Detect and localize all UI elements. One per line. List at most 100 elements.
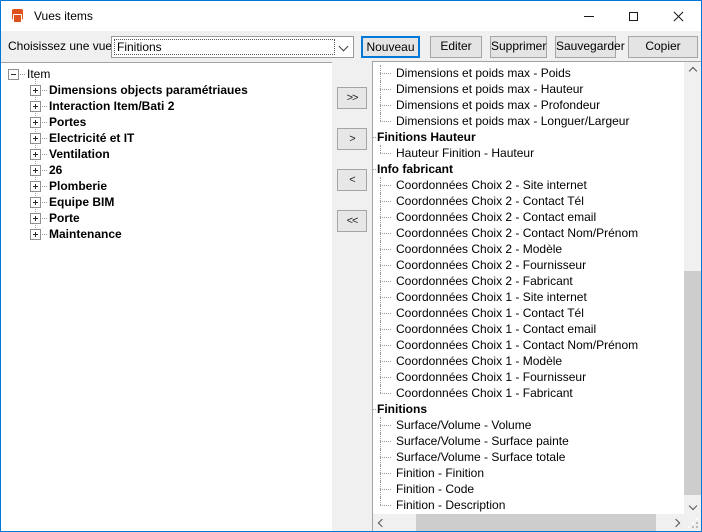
field-item[interactable]: Coordonnées Choix 1 - Contact Tél <box>373 305 684 321</box>
field-item[interactable]: Coordonnées Choix 1 - Modèle <box>373 353 684 369</box>
move-all-left-button[interactable]: << <box>337 210 367 232</box>
vertical-scrollbar[interactable] <box>684 62 701 514</box>
field-item[interactable]: Coordonnées Choix 1 - Fournisseur <box>373 369 684 385</box>
field-item-label: Coordonnées Choix 2 - Fournisseur <box>396 258 586 272</box>
supprimer-button[interactable]: Supprimer <box>490 36 547 58</box>
field-item[interactable]: Finitions Hauteur <box>373 129 684 145</box>
editer-button[interactable]: Editer <box>430 36 482 58</box>
move-right-button[interactable]: > <box>337 128 367 150</box>
field-item[interactable]: Coordonnées Choix 2 - Contact email <box>373 209 684 225</box>
field-item[interactable]: Coordonnées Choix 2 - Contact Tél <box>373 193 684 209</box>
tree-item-label[interactable]: Dimensions objects paramétriaues <box>49 83 248 97</box>
field-item[interactable]: Dimensions et poids max - Longuer/Largeu… <box>373 113 684 129</box>
field-item[interactable]: Surface/Volume - Surface painte <box>373 433 684 449</box>
minimize-button[interactable] <box>566 1 611 31</box>
field-item-label: Finition - Finition <box>396 466 484 480</box>
tree-item-label[interactable]: Item <box>27 67 50 81</box>
field-item-label: Coordonnées Choix 1 - Modèle <box>396 354 562 368</box>
tree-item[interactable]: 26 <box>1 162 332 178</box>
tree-item[interactable]: Dimensions objects paramétriaues <box>1 82 332 98</box>
field-item[interactable]: Finition - Description <box>373 497 684 513</box>
selected-fields-list[interactable]: Dimensions et poids max - Poids Dimensio… <box>373 62 684 514</box>
field-item[interactable]: Coordonnées Choix 1 - Site internet <box>373 289 684 305</box>
tree-item-label[interactable]: Ventilation <box>49 147 110 161</box>
scroll-left-button[interactable] <box>373 514 390 531</box>
expand-plus-icon[interactable] <box>30 101 41 112</box>
resize-grip-icon[interactable] <box>696 526 698 528</box>
items-tree: Item Dimensions objects paramétriaues In… <box>1 63 332 242</box>
expand-plus-icon[interactable] <box>30 133 41 144</box>
move-all-right-button[interactable]: >> <box>337 87 367 109</box>
vertical-scroll-thumb[interactable] <box>684 271 701 495</box>
items-tree-panel[interactable]: Item Dimensions objects paramétriaues In… <box>1 62 332 531</box>
horizontal-scrollbar[interactable] <box>373 514 684 531</box>
field-item-label: Finitions Hauteur <box>377 130 476 144</box>
expand-plus-icon[interactable] <box>30 181 41 192</box>
tree-item-label[interactable]: Interaction Item/Bati 2 <box>49 99 174 113</box>
sauvegarder-button[interactable]: Sauvegarder <box>555 36 616 58</box>
expand-plus-icon[interactable] <box>30 85 41 96</box>
field-item[interactable]: Coordonnées Choix 2 - Modèle <box>373 241 684 257</box>
expand-plus-icon[interactable] <box>30 117 41 128</box>
view-select-combobox[interactable]: Finitions <box>111 36 354 58</box>
close-button[interactable] <box>656 1 701 31</box>
tree-root-item[interactable]: Item <box>1 66 332 82</box>
field-item[interactable]: Surface/Volume - Volume <box>373 417 684 433</box>
expand-plus-icon[interactable] <box>30 197 41 208</box>
maximize-button[interactable] <box>611 1 656 31</box>
field-item[interactable]: Info fabricant <box>373 161 684 177</box>
expand-plus-icon[interactable] <box>30 229 41 240</box>
field-item[interactable]: Coordonnées Choix 1 - Fabricant <box>373 385 684 401</box>
tree-connector <box>42 202 47 203</box>
collapse-minus-icon[interactable] <box>8 69 19 80</box>
expand-plus-icon[interactable] <box>30 165 41 176</box>
toolbar: Choisissez une vue: Finitions Nouveau Ed… <box>1 31 701 62</box>
tree-item[interactable]: Portes <box>1 114 332 130</box>
tree-item-label[interactable]: Electricité et IT <box>49 131 134 145</box>
field-item[interactable]: Coordonnées Choix 2 - Site internet <box>373 177 684 193</box>
tree-item-label[interactable]: Portes <box>49 115 86 129</box>
tree-connector <box>373 385 396 401</box>
field-item[interactable]: Dimensions et poids max - Hauteur <box>373 81 684 97</box>
field-item[interactable]: Coordonnées Choix 2 - Fournisseur <box>373 257 684 273</box>
tree-item-label[interactable]: Maintenance <box>49 227 122 241</box>
tree-item[interactable]: Electricité et IT <box>1 130 332 146</box>
field-item[interactable]: Dimensions et poids max - Profondeur <box>373 97 684 113</box>
tree-item[interactable]: Ventilation <box>1 146 332 162</box>
field-item[interactable]: Surface/Volume - Surface totale <box>373 449 684 465</box>
nouveau-button[interactable]: Nouveau <box>361 36 420 58</box>
field-item[interactable]: Finition - Finition <box>373 465 684 481</box>
expand-plus-icon[interactable] <box>30 149 41 160</box>
field-item[interactable]: Coordonnées Choix 2 - Fabricant <box>373 273 684 289</box>
field-item-label: Dimensions et poids max - Poids <box>396 66 571 80</box>
scroll-up-button[interactable] <box>684 62 701 79</box>
tree-connector <box>373 97 396 113</box>
scroll-down-button[interactable] <box>684 497 701 514</box>
tree-item[interactable]: Maintenance <box>1 226 332 242</box>
horizontal-scroll-thumb[interactable] <box>416 514 656 531</box>
field-item[interactable]: Coordonnées Choix 2 - Contact Nom/Prénom <box>373 225 684 241</box>
field-item[interactable]: Hauteur Finition - Hauteur <box>373 145 684 161</box>
field-item-label: Coordonnées Choix 2 - Fabricant <box>396 274 573 288</box>
field-item[interactable]: Coordonnées Choix 1 - Contact email <box>373 321 684 337</box>
field-item[interactable]: Dimensions et poids max - Poids <box>373 65 684 81</box>
window-title: Vues items <box>34 9 93 23</box>
chevron-down-icon <box>688 501 696 509</box>
expand-plus-icon[interactable] <box>30 213 41 224</box>
tree-item[interactable]: Interaction Item/Bati 2 <box>1 98 332 114</box>
tree-item-label[interactable]: Equipe BIM <box>49 195 114 209</box>
field-item-label: Info fabricant <box>377 162 453 176</box>
combo-selected-value: Finitions <box>117 40 162 54</box>
tree-item-label[interactable]: Plomberie <box>49 179 107 193</box>
field-item[interactable]: Finitions <box>373 401 684 417</box>
tree-item[interactable]: Plomberie <box>1 178 332 194</box>
scroll-right-button[interactable] <box>667 514 684 531</box>
tree-item[interactable]: Porte <box>1 210 332 226</box>
field-item[interactable]: Coordonnées Choix 1 - Contact Nom/Prénom <box>373 337 684 353</box>
field-item[interactable]: Finition - Code <box>373 481 684 497</box>
tree-item[interactable]: Equipe BIM <box>1 194 332 210</box>
move-left-button[interactable]: < <box>337 169 367 191</box>
copier-button[interactable]: Copier <box>628 36 698 58</box>
tree-item-label[interactable]: 26 <box>49 163 62 177</box>
tree-item-label[interactable]: Porte <box>49 211 80 225</box>
